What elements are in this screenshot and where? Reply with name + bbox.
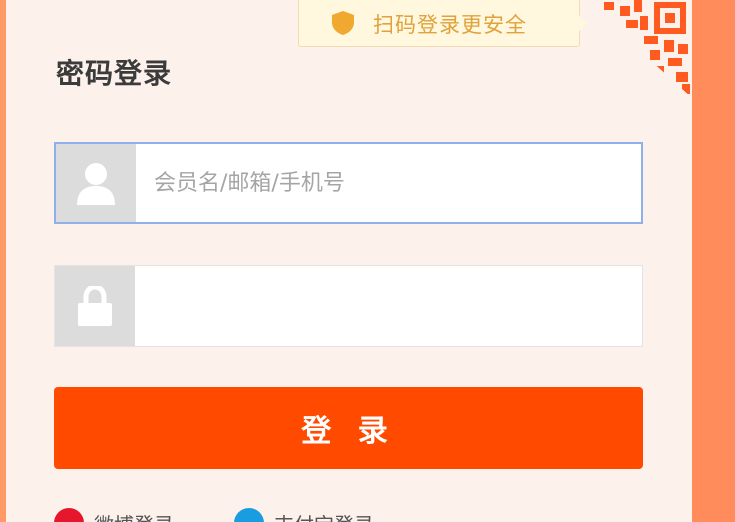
username-input[interactable] xyxy=(136,144,641,222)
user-icon xyxy=(77,163,115,205)
login-panel: 扫码登录更安全 密码登录 会员名/邮箱/手机号 登 录 xyxy=(6,0,692,522)
page-title: 密码登录 xyxy=(56,57,173,90)
password-field[interactable] xyxy=(54,265,643,347)
background-right-strip xyxy=(692,0,735,522)
lock-icon xyxy=(78,286,112,326)
weibo-icon xyxy=(54,508,84,522)
scan-tip-text: 扫码登录更安全 xyxy=(373,13,527,37)
alipay-login-label: 支付宝登录 xyxy=(274,509,374,522)
weibo-login-link[interactable]: 微博登录 xyxy=(54,508,174,522)
shield-icon xyxy=(332,11,354,35)
login-button[interactable]: 登 录 xyxy=(54,387,643,469)
alipay-icon xyxy=(234,508,264,522)
alipay-login-link[interactable]: 支付宝登录 xyxy=(234,508,374,522)
username-icon-box xyxy=(56,144,136,222)
weibo-login-label: 微博登录 xyxy=(94,509,174,522)
password-icon-box xyxy=(55,266,135,346)
qr-code-toggle-icon[interactable] xyxy=(584,0,692,98)
scan-tip-banner: 扫码登录更安全 xyxy=(298,0,588,47)
username-field[interactable] xyxy=(54,142,643,224)
password-input[interactable] xyxy=(135,266,640,346)
